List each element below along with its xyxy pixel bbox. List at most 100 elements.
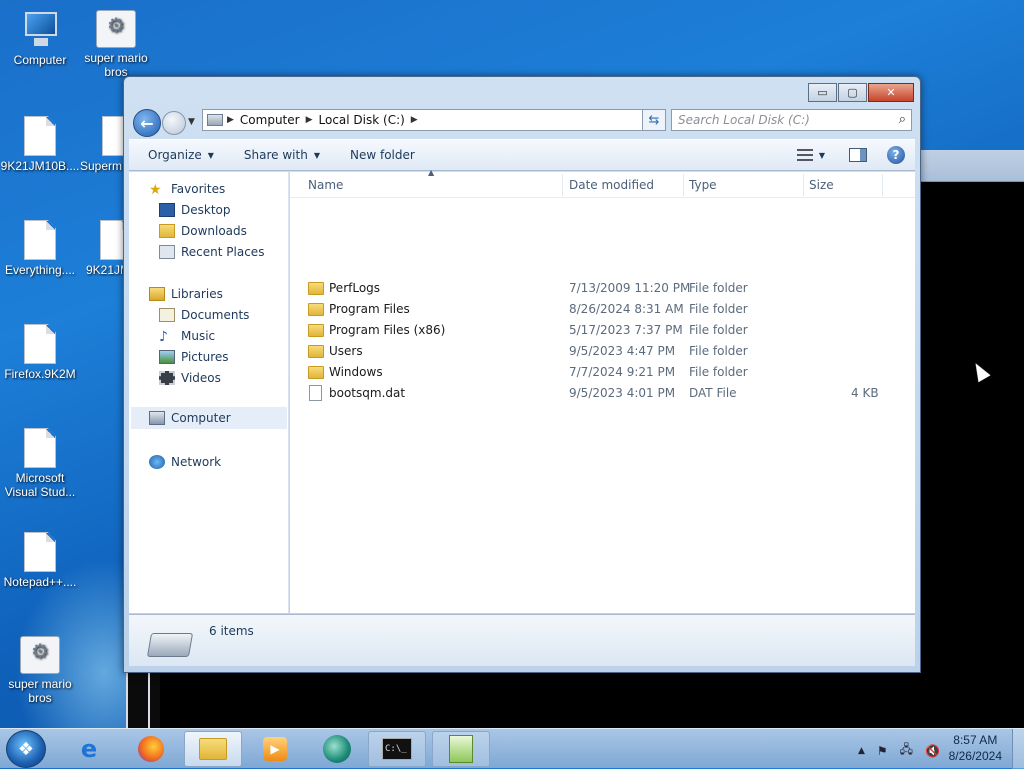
nav-videos[interactable]: Videos	[159, 371, 221, 385]
desktop-icon-notepadpp[interactable]: Notepad++....	[0, 532, 80, 589]
desktop-icon-superm[interactable]: Superm	[76, 116, 126, 173]
file-list: Name ▲ Date modified Type Size PerfLogs …	[290, 168, 915, 613]
column-header-size[interactable]: Size	[809, 178, 834, 192]
explorer-window: ▭ ▢ ✕ ← ▼ ▶ Computer ▶ Local Disk (C:) ▶…	[123, 76, 921, 673]
taskbar-firefox[interactable]	[122, 731, 180, 767]
nav-recent-places[interactable]: Recent Places	[159, 245, 264, 259]
address-bar[interactable]: ▶ Computer ▶ Local Disk (C:) ▶ ▼	[202, 109, 665, 131]
desktop-icon	[159, 203, 175, 217]
show-desktop-button[interactable]	[1012, 729, 1024, 769]
network-globe-icon	[149, 455, 165, 469]
navigation-pane: ★ Favorites Desktop Downloads Recent Pla…	[129, 172, 289, 613]
maximize-button[interactable]: ▢	[838, 83, 867, 102]
taskbar-internet-explorer[interactable]: e	[60, 731, 118, 767]
computer-icon	[20, 10, 60, 50]
nav-pictures[interactable]: Pictures	[159, 350, 229, 364]
file-icon	[309, 385, 322, 401]
share-with-button[interactable]: Share with ▼	[244, 148, 320, 162]
table-row[interactable]: bootsqm.dat 9/5/2023 4:01 PM DAT File 4 …	[290, 383, 915, 404]
libraries-icon	[149, 287, 165, 301]
minimize-button[interactable]: ▭	[808, 83, 837, 102]
media-player-icon: ▶	[263, 737, 287, 761]
nav-computer[interactable]: Computer	[131, 407, 287, 429]
breadcrumb-local-disk[interactable]: Local Disk (C:)	[319, 113, 405, 127]
clock[interactable]: 8:57 AM 8/26/2024	[949, 732, 1002, 764]
computer-icon	[149, 411, 165, 425]
close-button[interactable]: ✕	[868, 83, 914, 102]
pictures-icon	[159, 350, 175, 364]
recent-pages-dropdown[interactable]: ▼	[188, 117, 195, 127]
item-count: 6 items	[209, 624, 254, 638]
column-header-name[interactable]: Name	[308, 178, 343, 192]
setup-gear-icon: ⚙	[20, 636, 60, 674]
recent-places-icon	[159, 245, 175, 259]
breadcrumb-arrow-icon[interactable]: ▶	[411, 115, 418, 125]
volume-muted-icon[interactable]: 🔇	[925, 744, 940, 758]
forward-button[interactable]	[162, 111, 186, 135]
window-controls: ▭ ▢ ✕	[808, 83, 914, 102]
table-row[interactable]: Windows 7/7/2024 9:21 PM File folder	[290, 362, 915, 383]
table-row[interactable]: Users 9/5/2023 4:47 PM File folder	[290, 341, 915, 362]
organize-button[interactable]: Organize ▼	[148, 148, 214, 162]
preview-pane-icon[interactable]	[849, 148, 867, 162]
change-view-icon[interactable]	[796, 149, 813, 161]
desktop-icon-visual-studio[interactable]: Microsoft Visual Stud...	[0, 428, 80, 499]
taskbar-notepadpp[interactable]	[432, 731, 490, 767]
desktop-icon-super-mario-bros-2[interactable]: ⚙ super mario bros	[0, 636, 80, 705]
search-input[interactable]: Search Local Disk (C:) ⌕	[671, 109, 912, 131]
star-icon: ★	[149, 182, 162, 198]
folder-icon	[308, 345, 324, 358]
taskbar-windows-explorer[interactable]	[184, 731, 242, 767]
music-note-icon: ♪	[159, 329, 168, 345]
search-icon[interactable]: ⌕	[899, 112, 906, 127]
desktop-icon-everything[interactable]: Everything....	[0, 220, 80, 277]
desktop-icon-computer[interactable]: Computer	[0, 10, 80, 67]
clock-time: 8:57 AM	[953, 733, 998, 747]
column-header-type[interactable]: Type	[689, 178, 717, 192]
desktop-icon-9k21jm[interactable]: 9K21JM	[76, 220, 126, 277]
breadcrumb-arrow-icon[interactable]: ▶	[227, 115, 234, 125]
taskbar-app-teal[interactable]	[308, 731, 366, 767]
setup-gear-icon: ⚙	[96, 10, 136, 48]
nav-desktop[interactable]: Desktop	[159, 203, 231, 217]
breadcrumb-computer[interactable]: Computer	[240, 113, 300, 127]
taskbar-media-player[interactable]: ▶	[246, 731, 304, 767]
back-button[interactable]: ←	[133, 109, 161, 137]
desktop-icon-super-mario-bros[interactable]: ⚙ super mario bros	[76, 10, 156, 79]
help-icon[interactable]: ?	[887, 146, 905, 164]
chevron-down-icon: ▼	[313, 150, 320, 160]
table-row[interactable]: Program Files (x86) 5/17/2023 7:37 PM Fi…	[290, 320, 915, 341]
nav-favorites[interactable]: ★ Favorites	[149, 182, 225, 198]
explorer-folder-icon	[199, 738, 227, 760]
taskbar: ❖ e ▶ C:\_ ▲ ⚑ 🖧 🔇 8:57 AM 8/26/2024	[0, 728, 1024, 769]
table-row[interactable]: Program Files 8/26/2024 8:31 AM File fol…	[290, 299, 915, 320]
firefox-icon	[138, 736, 164, 762]
refresh-button[interactable]: ⇆	[642, 109, 666, 131]
desktop-icon-9k21jm10b[interactable]: 9K21JM10B....	[0, 116, 80, 173]
film-strip-icon	[159, 371, 175, 385]
column-header-date[interactable]: Date modified	[569, 178, 654, 192]
back-arrow-icon: ←	[140, 113, 154, 133]
search-placeholder: Search Local Disk (C:)	[678, 113, 810, 127]
chevron-down-icon[interactable]: ▼	[819, 151, 825, 160]
table-row[interactable]: PerfLogs 7/13/2009 11:20 PM File folder	[290, 278, 915, 299]
nav-music[interactable]: ♪ Music	[159, 329, 215, 345]
breadcrumb-arrow-icon[interactable]: ▶	[306, 115, 313, 125]
desktop-icon-firefox[interactable]: Firefox.9K2M	[0, 324, 80, 381]
file-icon	[24, 220, 56, 260]
nav-downloads[interactable]: Downloads	[159, 224, 247, 238]
nav-libraries[interactable]: Libraries	[149, 287, 223, 301]
nav-documents[interactable]: Documents	[159, 308, 249, 322]
chevron-down-icon: ▼	[207, 150, 214, 160]
start-button[interactable]: ❖	[6, 730, 46, 768]
taskbar-command-prompt[interactable]: C:\_	[368, 731, 426, 767]
show-hidden-icons-icon[interactable]: ▲	[858, 746, 865, 756]
new-folder-button[interactable]: New folder	[350, 148, 415, 162]
notepadpp-icon	[449, 735, 473, 763]
network-icon[interactable]: 🖧	[900, 740, 913, 761]
file-icon	[24, 324, 56, 364]
internet-explorer-icon: e	[80, 735, 98, 763]
nav-network[interactable]: Network	[149, 455, 221, 469]
computer-location-icon	[207, 114, 223, 126]
action-center-flag-icon[interactable]: ⚑	[877, 744, 888, 758]
